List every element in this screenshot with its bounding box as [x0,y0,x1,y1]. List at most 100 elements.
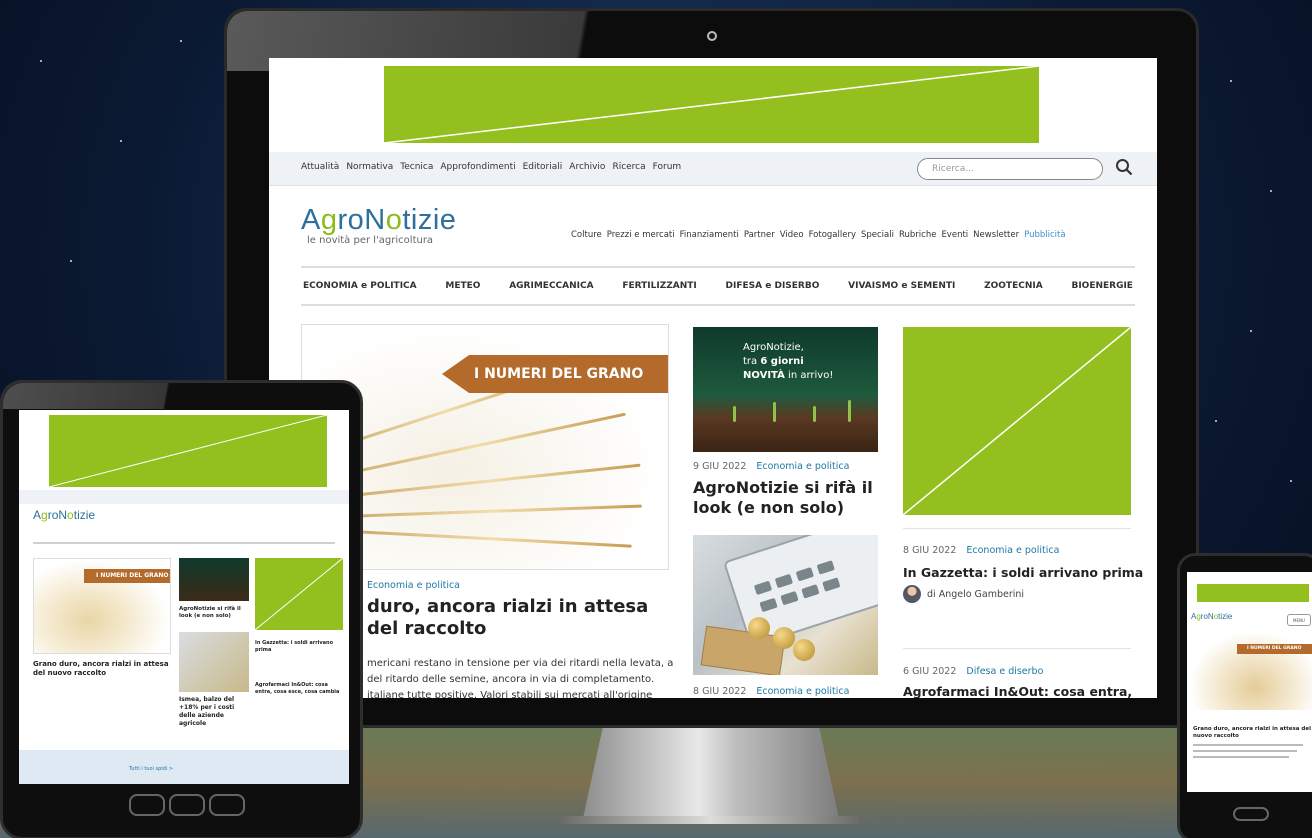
mainnav-item-pubblicita[interactable]: Pubblicità [1024,230,1065,240]
topnav-item[interactable]: Archivio [569,162,605,172]
ad-placeholder-diagonal [384,66,1039,143]
sidebar-ad[interactable] [255,558,343,630]
top-banner-ad[interactable] [384,66,1039,143]
topnav-item[interactable]: Attualità [301,162,339,172]
article-image-calculator[interactable] [179,632,249,692]
article-title[interactable]: AgroNotizie si rifà il look (e non solo) [179,606,251,620]
article-date: 6 GIU 2022 [903,666,957,677]
featured-article-image[interactable]: I NUMERI DEL GRANO [33,558,171,654]
article-title[interactable]: Agrofarmaci In&Out: cosa entra, cosa esc… [255,682,345,696]
article-image-promo[interactable]: AgroNotizie, tra 6 giorni NOVITÀ in arri… [693,327,878,452]
tablet-button[interactable] [209,794,245,816]
mainnav-item[interactable]: Video [780,230,804,240]
star [1290,480,1292,482]
promo-text: AgroNotizie, tra 6 giorni NOVITÀ in arri… [743,341,833,383]
category-item[interactable]: METEO [445,281,480,291]
desktop-monitor: Attualità Normativa Tecnica Approfondime… [224,8,1199,728]
mainnav-item[interactable]: Partner [744,230,775,240]
category-item[interactable]: ECONOMIA e POLITICA [303,281,417,291]
article-meta: 6 GIU 2022 Difesa e diserbo [903,666,1043,677]
topnav-item[interactable]: Approfondimenti [440,162,515,172]
star [180,40,182,42]
article-date: 8 GIU 2022 [693,686,747,697]
promo-new: NOVITÀ [743,370,785,381]
sprout [773,402,776,422]
site-logo[interactable]: AgroNotizie le novità per l'agricoltura [301,204,456,246]
category-item[interactable]: DIFESA e DISERBO [726,281,820,291]
ad-placeholder-diagonal [49,415,327,487]
calc-key [801,584,820,599]
promo-days: 6 giorni [760,356,804,367]
featured-title[interactable]: Grano duro, ancora rialzi in attesa del … [33,660,173,678]
main-nav: Colture Prezzi e mercati Finanziamenti P… [571,230,1066,240]
article-category[interactable]: Economia e politica [756,686,849,697]
topnav-item[interactable]: Tecnica [400,162,433,172]
article-category[interactable]: Economia e politica [966,545,1059,556]
sidebar-ad[interactable] [903,327,1131,515]
menu-button[interactable]: MENU [1287,614,1311,626]
article-title[interactable]: In Gazzetta: i soldi arrivano prima [903,565,1143,580]
camera-icon [707,31,717,41]
article-meta: 8 GIU 2022 Economia e politica [693,686,849,697]
star [1215,420,1217,422]
site-logo[interactable]: AgroNotizie [33,508,95,522]
article-meta: 9 GIU 2022 Economia e politica [693,461,849,472]
article-title[interactable]: AgroNotizie si rifà il look (e non solo) [693,478,883,518]
site-logo[interactable]: AgroNotizie [1191,612,1232,621]
mainnav-item[interactable]: Finanziamenti [680,230,739,240]
featured-title[interactable]: duro, ancora rialzi in attesa del raccol… [367,596,672,640]
tablet-button[interactable] [129,794,165,816]
sprout [733,406,736,422]
search-input[interactable]: Ricerca... [917,158,1103,180]
tablet-button[interactable] [169,794,205,816]
text-line [1193,744,1303,746]
home-button[interactable] [1233,807,1269,821]
mainnav-item[interactable]: Prezzi e mercati [607,230,675,240]
article-image-calculator[interactable] [693,535,878,675]
topnav-item[interactable]: Normativa [346,162,393,172]
mainnav-item[interactable]: Newsletter [973,230,1019,240]
top-navigation-bar: Attualità Normativa Tecnica Approfondime… [269,152,1157,186]
mainnav-item[interactable]: Fotogallery [809,230,856,240]
article-date: 9 GIU 2022 [693,461,747,472]
category-item[interactable]: AGRIMECCANICA [509,281,593,291]
category-item[interactable]: BIOENERGIE [1071,281,1133,291]
strip-link[interactable]: Tutti i tuoi spidi > [129,766,173,772]
ad-placeholder-diagonal [255,558,343,630]
featured-category[interactable]: Economia e politica [367,580,460,591]
article-category[interactable]: Economia e politica [756,461,849,472]
mainnav-item[interactable]: Speciali [861,230,894,240]
search-icon[interactable] [1115,158,1133,176]
top-banner-ad[interactable] [1197,584,1309,602]
category-item[interactable]: ZOOTECNIA [984,281,1043,291]
featured-article-image[interactable]: I NUMERI DEL GRANO [1193,634,1312,710]
calc-key [759,597,778,613]
calc-key [795,567,814,582]
topnav-item[interactable]: Ricerca [612,162,645,172]
featured-excerpt: mericani restano in tensione per via dei… [367,658,674,698]
article-title[interactable]: Ismea, balzo del +18% per i costi delle … [179,696,251,728]
category-item[interactable]: VIVAISMO e SEMENTI [848,281,955,291]
topnav-item[interactable]: Editoriali [523,162,563,172]
calc-key [753,580,773,596]
featured-title[interactable]: Grano duro, ancora rialzi in attesa del … [1193,726,1312,740]
mainnav-item[interactable]: Eventi [941,230,968,240]
desktop-screen: Attualità Normativa Tecnica Approfondime… [269,58,1157,698]
mainnav-item[interactable]: Colture [571,230,602,240]
calc-key [816,560,835,575]
top-nav: Attualità Normativa Tecnica Approfondime… [301,162,681,172]
divider [903,648,1131,649]
phone-device: AgroNotizie MENU I NUMERI DEL GRANO Gran… [1177,553,1312,838]
author-name[interactable]: di Angelo Gamberini [927,589,1024,600]
article-title[interactable]: Agrofarmaci In&Out: cosa entra, [903,684,1132,698]
coin [773,627,795,649]
text-line [1193,756,1289,758]
article-title[interactable]: In Gazzetta: i soldi arrivano prima [255,640,345,654]
monitor-stand [582,728,840,823]
article-image-promo[interactable] [179,558,249,601]
category-item[interactable]: FERTILIZZANTI [622,281,696,291]
article-category[interactable]: Difesa e diserbo [966,666,1043,677]
topnav-item[interactable]: Forum [653,162,682,172]
mainnav-item[interactable]: Rubriche [899,230,936,240]
top-banner-ad[interactable] [49,415,327,487]
